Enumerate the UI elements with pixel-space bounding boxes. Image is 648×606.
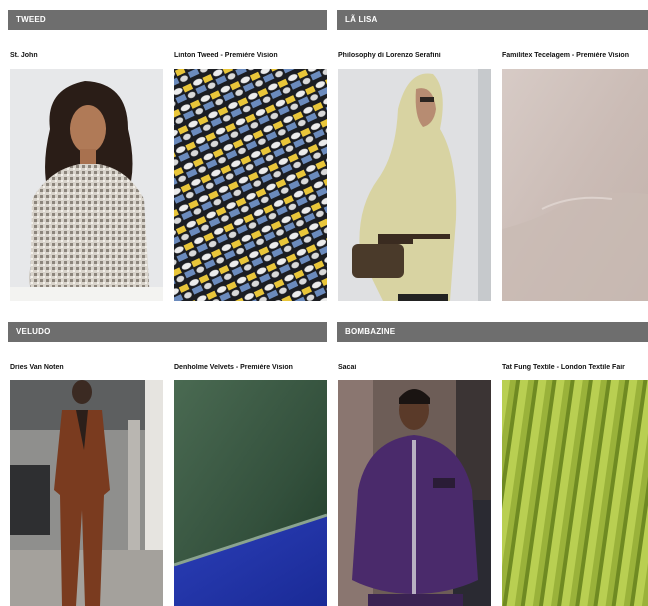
caption-denholme: Denholme Velvets - Première Vision bbox=[174, 364, 293, 371]
green-corduroy-swatch-image bbox=[502, 380, 648, 606]
caption-sacai: Sacai bbox=[338, 364, 357, 371]
section-header-tweed: TWEED bbox=[8, 10, 327, 30]
caption-dries-van-noten: Dries Van Noten bbox=[10, 364, 64, 371]
runway-model-in-velvet-suit-image bbox=[10, 380, 163, 606]
runway-model-in-corduroy-puffer-image bbox=[338, 380, 491, 606]
model-in-hooded-wool-coat-image bbox=[338, 69, 491, 301]
caption-tat-fung: Tat Fung Textile - London Textile Fair bbox=[502, 364, 625, 371]
green-blue-velvet-swatch-image bbox=[174, 380, 327, 606]
model-in-tweed-jacket-image bbox=[10, 69, 163, 301]
caption-linton-tweed: Linton Tweed - Première Vision bbox=[174, 52, 278, 59]
caption-st-john: St. John bbox=[10, 52, 38, 59]
tweed-fabric-swatch-image bbox=[174, 69, 327, 301]
caption-familitex: Familitex Tecelagem - Première Vision bbox=[502, 52, 629, 59]
beige-wool-fabric-swatch-image bbox=[502, 69, 648, 301]
caption-philosophy: Philosophy di Lorenzo Serafini bbox=[338, 52, 441, 59]
section-header-bombazine: BOMBAZINE bbox=[337, 322, 648, 342]
section-header-la-lisa: LÃ LISA bbox=[337, 10, 648, 30]
section-header-veludo: VELUDO bbox=[8, 322, 327, 342]
